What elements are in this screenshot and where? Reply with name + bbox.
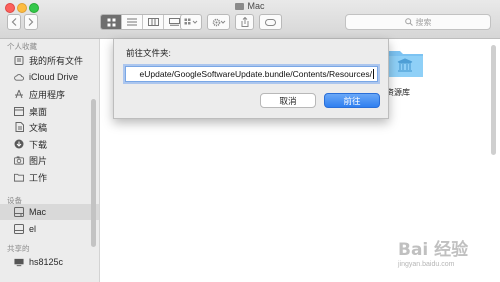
sidebar-item-work[interactable]: 工作 <box>0 169 99 185</box>
sidebar-item-label: hs8125c <box>29 257 64 267</box>
grid-view-icon <box>107 18 115 26</box>
shared-header: 共享的 <box>7 244 30 253</box>
sidebar-item-label: 图片 <box>29 155 48 166</box>
column-view-icon <box>147 18 159 26</box>
share-icon <box>241 17 248 27</box>
gallery-view-icon <box>169 18 180 26</box>
finder-window: Mac 搜索 个人收藏 我的所有文件 iCloud Drive 应用程序 桌面 … <box>0 0 500 282</box>
sidebar-item-pictures[interactable]: 图片 <box>0 152 99 168</box>
search-field[interactable]: 搜索 <box>345 14 491 30</box>
sidebar-item-el[interactable]: el <box>0 221 99 237</box>
list-view-icon <box>127 18 137 26</box>
disk-icon <box>14 224 24 234</box>
go-button[interactable]: 前往 <box>324 93 380 108</box>
sidebar-item-hs8125c[interactable]: hs8125c <box>0 254 99 270</box>
network-computer-icon <box>14 258 24 267</box>
chevron-left-icon <box>11 18 17 26</box>
pictures-icon <box>14 155 24 165</box>
arrange-grid-icon <box>184 18 198 25</box>
favorites-header: 个人收藏 <box>7 42 37 51</box>
sidebar-item-desktop[interactable]: 桌面 <box>0 103 99 119</box>
sidebar-item-label: 我的所有文件 <box>29 55 84 66</box>
documents-icon <box>14 122 24 132</box>
search-placeholder: 搜索 <box>415 17 432 27</box>
view-mode-segmented-control[interactable] <box>100 14 186 30</box>
desktop-icon <box>14 106 24 116</box>
sidebar-item-label: iCloud Drive <box>29 72 79 82</box>
content-scrollbar[interactable] <box>491 45 496 155</box>
dialog-label: 前往文件夹: <box>126 48 171 58</box>
go-to-folder-dialog: 前往文件夹: eUpdate/GoogleSoftwareUpdate.bund… <box>113 39 389 119</box>
downloads-icon <box>14 139 24 149</box>
folder-icon <box>14 173 24 182</box>
grid-view-button[interactable] <box>101 15 122 29</box>
folder-path-input[interactable]: eUpdate/GoogleSoftwareUpdate.bundle/Cont… <box>125 66 378 82</box>
title-folder-icon <box>235 3 245 10</box>
sidebar-item-label: 应用程序 <box>29 89 66 100</box>
sidebar-item-icloud-drive[interactable]: iCloud Drive <box>0 69 99 85</box>
text-caret <box>373 69 374 79</box>
folder-label: 资源库 <box>386 88 410 97</box>
tag-icon <box>265 18 276 26</box>
arrange-button[interactable] <box>180 14 202 30</box>
sidebar: 个人收藏 我的所有文件 iCloud Drive 应用程序 桌面 文稿 下载 图… <box>0 39 100 282</box>
sidebar-item-mac[interactable]: Mac <box>0 204 99 220</box>
sidebar-item-label: 下载 <box>29 139 48 150</box>
toolbar: Mac 搜索 <box>0 0 500 39</box>
column-view-button[interactable] <box>143 15 164 29</box>
back-button[interactable] <box>7 14 21 30</box>
edit-tags-button[interactable] <box>259 14 282 30</box>
library-folder-icon[interactable] <box>386 46 424 78</box>
cancel-button[interactable]: 取消 <box>260 93 316 108</box>
baidu-watermark: Bai 经验 jingyan.baidu.com <box>390 232 496 278</box>
sidebar-item-label: 桌面 <box>29 106 48 117</box>
sidebar-item-documents[interactable]: 文稿 <box>0 119 99 135</box>
applications-icon <box>14 89 24 99</box>
sidebar-item-all-files[interactable]: 我的所有文件 <box>0 52 99 68</box>
sidebar-item-applications[interactable]: 应用程序 <box>0 86 99 102</box>
watermark-url: jingyan.baidu.com <box>398 261 455 268</box>
forward-button[interactable] <box>24 14 38 30</box>
chevron-right-icon <box>28 18 34 26</box>
gear-icon <box>212 18 225 26</box>
share-button[interactable] <box>235 14 254 30</box>
search-icon <box>404 18 413 26</box>
sidebar-item-downloads[interactable]: 下载 <box>0 136 99 152</box>
all-files-icon <box>14 55 24 65</box>
list-view-button[interactable] <box>122 15 143 29</box>
computer-icon <box>14 207 24 217</box>
folder-path-value: eUpdate/GoogleSoftwareUpdate.bundle/Cont… <box>139 69 372 79</box>
watermark-brand: Bai 经验 <box>398 240 469 260</box>
sidebar-scrollbar[interactable] <box>91 99 96 247</box>
sidebar-item-label: 文稿 <box>29 122 48 133</box>
cloud-icon <box>14 73 24 82</box>
action-button[interactable] <box>207 14 230 30</box>
sidebar-item-label: 工作 <box>29 172 48 183</box>
window-title: Mac <box>0 1 500 11</box>
sidebar-item-label: el <box>29 224 37 234</box>
sidebar-item-label: Mac <box>29 207 47 217</box>
